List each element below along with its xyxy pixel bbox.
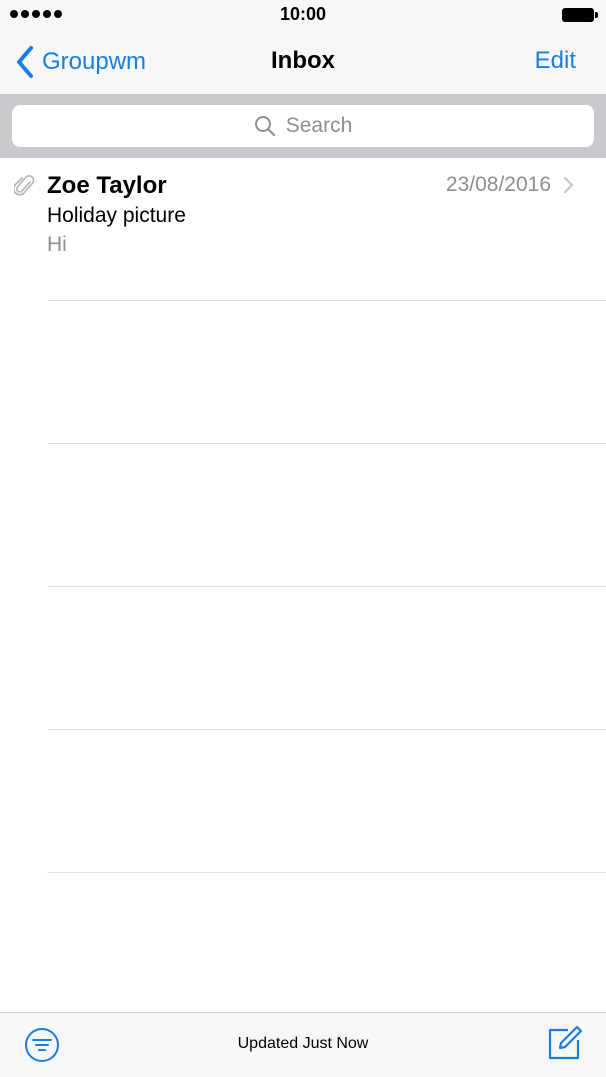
message-list: Zoe Taylor 23/08/2016 Holiday picture Hi	[0, 158, 606, 873]
chevron-left-icon	[17, 46, 33, 78]
bottom-toolbar: Updated Just Now	[0, 1012, 606, 1077]
message-subject: Holiday picture	[47, 204, 186, 227]
compose-icon[interactable]	[546, 1024, 584, 1062]
status-bar: 10:00	[0, 0, 606, 32]
paperclip-icon	[14, 175, 35, 196]
navigation-bar: Groupwm Inbox Edit	[0, 32, 606, 94]
search-placeholder: Search	[285, 114, 353, 137]
empty-row	[0, 730, 606, 873]
search-input[interactable]: Search	[12, 105, 594, 147]
message-sender: Zoe Taylor	[47, 172, 167, 199]
edit-button[interactable]: Edit	[535, 47, 576, 75]
message-preview: Hi	[47, 233, 67, 256]
magnifier-icon	[254, 116, 275, 137]
back-button-label: Groupwm	[42, 48, 147, 75]
search-bar: Search	[0, 94, 606, 158]
filter-icon[interactable]	[24, 1027, 60, 1063]
chevron-right-icon	[563, 176, 574, 194]
back-button[interactable]: Groupwm	[14, 44, 146, 80]
row-divider	[47, 872, 606, 873]
empty-row	[0, 587, 606, 730]
message-date: 23/08/2016	[445, 173, 551, 196]
message-row[interactable]: Zoe Taylor 23/08/2016 Holiday picture Hi	[0, 158, 606, 301]
status-time: 10:00	[279, 4, 327, 24]
battery-icon	[562, 8, 598, 22]
update-status: Updated Just Now	[237, 1035, 369, 1052]
empty-row	[0, 301, 606, 444]
empty-row	[0, 444, 606, 587]
